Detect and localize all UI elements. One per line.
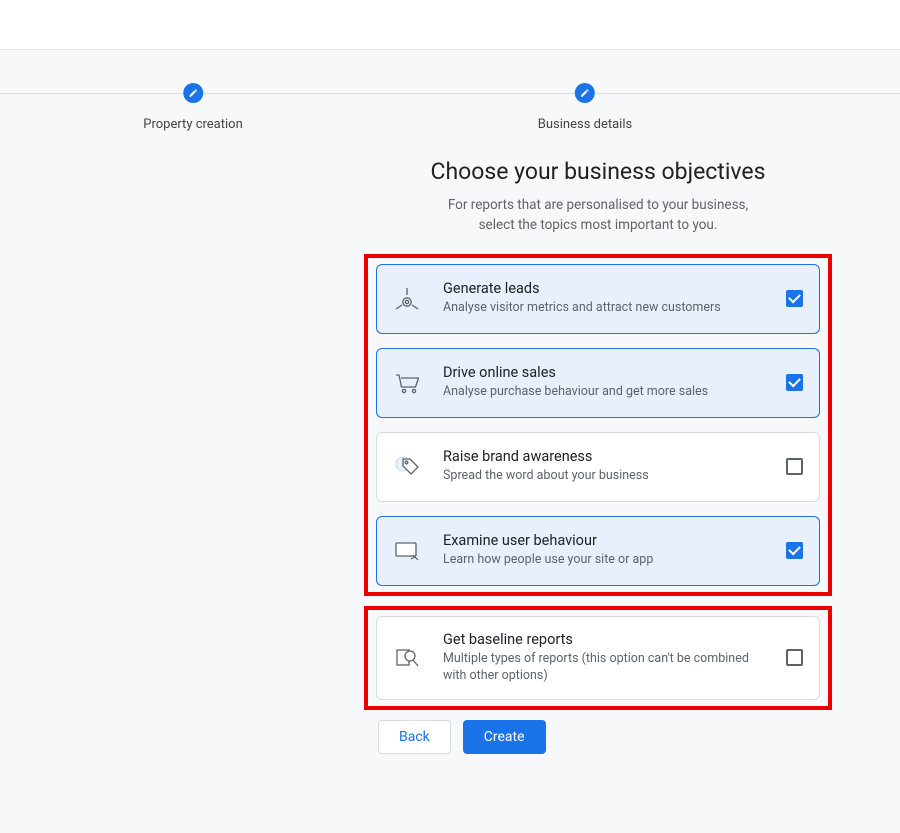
objective-desc: Multiple types of reports (this option c… [443,650,774,685]
back-button[interactable]: Back [378,720,451,754]
objective-drive-online-sales[interactable]: Drive online sales Analyse purchase beha… [376,348,820,418]
report-magnify-icon [393,644,421,672]
page-title: Choose your business objectives [378,158,818,185]
objective-raise-brand-awareness[interactable]: Raise brand awareness Spread the word ab… [376,432,820,502]
top-bar [0,0,900,50]
page-subtitle: For reports that are personalised to you… [378,195,818,236]
leads-icon [393,285,421,313]
objective-desc: Analyse purchase behaviour and get more … [443,383,774,401]
objective-title: Generate leads [443,280,774,297]
objective-examine-user-behaviour[interactable]: Examine user behaviour Learn how people … [376,516,820,586]
objective-title: Drive online sales [443,364,774,381]
subhead-line1: For reports that are personalised to you… [448,197,748,213]
checkbox-checked-icon[interactable] [786,374,803,391]
tag-icon [393,453,421,481]
pencil-icon [575,83,595,103]
checkbox-checked-icon[interactable] [786,290,803,307]
create-button[interactable]: Create [463,720,546,754]
checkbox-unchecked-icon[interactable] [786,649,803,666]
stepper: Property creation Business details [0,50,900,130]
step-business-details[interactable]: Business details [538,83,632,132]
step-label: Business details [538,117,632,132]
pencil-icon [183,83,203,103]
objective-desc: Spread the word about your business [443,467,774,485]
objective-title: Get baseline reports [443,631,774,648]
objective-desc: Learn how people use your site or app [443,551,774,569]
objective-desc: Analyse visitor metrics and attract new … [443,299,774,317]
objective-get-baseline-reports[interactable]: Get baseline reports Multiple types of r… [376,616,820,700]
cart-icon [393,369,421,397]
objective-title: Raise brand awareness [443,448,774,465]
subhead-line2: select the topics most important to you. [479,217,718,233]
baseline-highlight: Get baseline reports Multiple types of r… [364,606,832,710]
main-content: Choose your business objectives For repo… [378,158,818,754]
objectives-highlight: Generate leads Analyse visitor metrics a… [364,254,832,596]
objective-generate-leads[interactable]: Generate leads Analyse visitor metrics a… [376,264,820,334]
checkbox-checked-icon[interactable] [786,542,803,559]
step-property-creation[interactable]: Property creation [143,83,243,132]
button-row: Back Create [378,720,818,754]
stepper-line [0,93,900,94]
monitor-icon [393,537,421,565]
objective-title: Examine user behaviour [443,532,774,549]
step-label: Property creation [143,117,243,132]
checkbox-unchecked-icon[interactable] [786,458,803,475]
